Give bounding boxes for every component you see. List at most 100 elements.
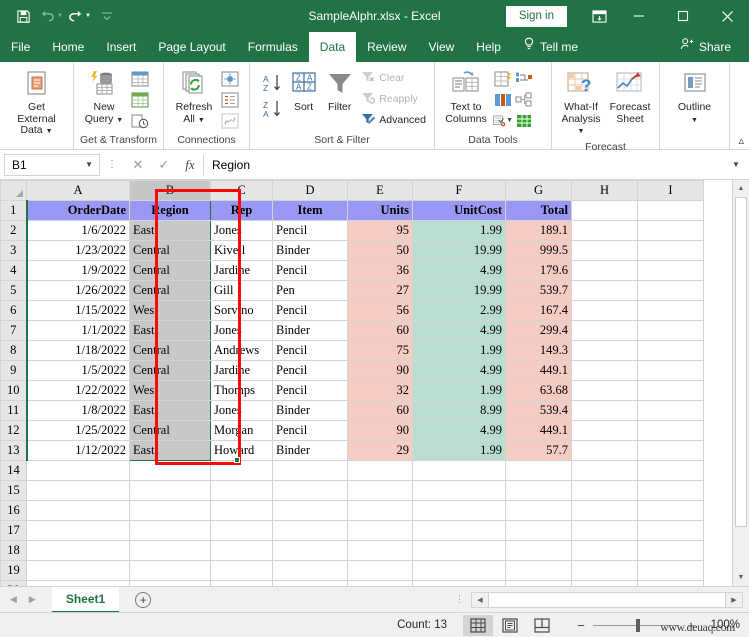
row-header-20[interactable]: 20 [1,581,27,587]
cell-g19[interactable] [506,561,572,581]
cell-h19[interactable] [572,561,638,581]
row-header-10[interactable]: 10 [1,381,27,401]
cell-g4[interactable]: 179.6 [506,261,572,281]
cell-a19[interactable] [27,561,130,581]
cell-d9[interactable]: Pencil [273,361,348,381]
scroll-left-icon[interactable]: ◀ [472,593,488,607]
cell-c20[interactable] [211,581,273,587]
cell-d14[interactable] [273,461,348,481]
sort-button[interactable]: ZAAZ Sort [286,66,321,116]
properties-icon[interactable] [220,90,240,109]
cell-c7[interactable]: Jones [211,321,273,341]
cell-a6[interactable]: 1/15/2022 [27,301,130,321]
cell-f17[interactable] [413,521,506,541]
cell-b3[interactable]: Central [130,241,211,261]
cell-c9[interactable]: Jardine [211,361,273,381]
cell-e9[interactable]: 90 [348,361,413,381]
cell-i6[interactable] [638,301,704,321]
cell-i5[interactable] [638,281,704,301]
customize-qat-icon[interactable] [94,4,120,28]
column-header-g[interactable]: G [506,181,572,201]
cell-a2[interactable]: 1/6/2022 [27,221,130,241]
advanced-filter-button[interactable]: Advanced [358,110,429,130]
cell-d7[interactable]: Binder [273,321,348,341]
outline-button[interactable]: Outline▼ [668,66,722,128]
row-header-18[interactable]: 18 [1,541,27,561]
cell-c1[interactable]: Rep [211,201,273,221]
row-header-5[interactable]: 5 [1,281,27,301]
cell-c8[interactable]: Andrews [211,341,273,361]
cell-d12[interactable]: Pencil [273,421,348,441]
cell-i1[interactable] [638,201,704,221]
cell-d16[interactable] [273,501,348,521]
zoom-out-icon[interactable]: − [575,618,587,633]
cell-a1[interactable]: OrderDate [27,201,130,221]
cell-a14[interactable] [27,461,130,481]
cell-c18[interactable] [211,541,273,561]
cell-i2[interactable] [638,221,704,241]
cell-g20[interactable] [506,581,572,587]
sheet-tab-sheet1[interactable]: Sheet1 [52,587,119,613]
cell-f1[interactable]: UnitCost [413,201,506,221]
expand-formula-bar-icon[interactable]: ▼ [727,160,745,169]
row-header-17[interactable]: 17 [1,521,27,541]
cell-b4[interactable]: Central [130,261,211,281]
share-button[interactable]: Share [672,32,739,62]
cell-h4[interactable] [572,261,638,281]
cell-a10[interactable]: 1/22/2022 [27,381,130,401]
tell-me-box[interactable]: Tell me [512,32,589,62]
cell-h10[interactable] [572,381,638,401]
cancel-formula-icon[interactable]: ✕ [125,154,151,176]
column-header-f[interactable]: F [413,181,506,201]
cell-f2[interactable]: 1.99 [413,221,506,241]
cell-a17[interactable] [27,521,130,541]
cell-e18[interactable] [348,541,413,561]
cell-a13[interactable]: 1/12/2022 [27,441,130,461]
cell-e6[interactable]: 56 [348,301,413,321]
cell-b15[interactable] [130,481,211,501]
cell-f14[interactable] [413,461,506,481]
cell-b9[interactable]: Central [130,361,211,381]
cell-g14[interactable] [506,461,572,481]
save-icon[interactable] [10,4,36,28]
cell-a3[interactable]: 1/23/2022 [27,241,130,261]
cell-a5[interactable]: 1/26/2022 [27,281,130,301]
cell-d15[interactable] [273,481,348,501]
row-header-8[interactable]: 8 [1,341,27,361]
scroll-right-icon[interactable]: ▶ [726,593,742,607]
cell-b11[interactable]: East [130,401,211,421]
row-header-19[interactable]: 19 [1,561,27,581]
cell-e13[interactable]: 29 [348,441,413,461]
sort-descending-icon[interactable]: ZA [261,98,285,120]
cell-g7[interactable]: 299.4 [506,321,572,341]
cell-f3[interactable]: 19.99 [413,241,506,261]
cell-b19[interactable] [130,561,211,581]
page-break-preview-button[interactable] [527,615,557,636]
cell-h15[interactable] [572,481,638,501]
cell-h7[interactable] [572,321,638,341]
cell-e4[interactable]: 36 [348,261,413,281]
cell-d4[interactable]: Pencil [273,261,348,281]
connections-icon[interactable] [220,69,240,88]
cell-h2[interactable] [572,221,638,241]
cell-b16[interactable] [130,501,211,521]
tab-data[interactable]: Data [309,32,356,62]
close-button[interactable] [705,0,749,32]
cell-h11[interactable] [572,401,638,421]
cell-e7[interactable]: 60 [348,321,413,341]
cell-g9[interactable]: 449.1 [506,361,572,381]
cell-c15[interactable] [211,481,273,501]
cell-c16[interactable] [211,501,273,521]
cell-i4[interactable] [638,261,704,281]
flash-fill-icon[interactable] [493,69,513,88]
cell-d10[interactable]: Pencil [273,381,348,401]
cell-e11[interactable]: 60 [348,401,413,421]
cell-d3[interactable]: Binder [273,241,348,261]
cell-g12[interactable]: 449.1 [506,421,572,441]
cell-a15[interactable] [27,481,130,501]
cell-f16[interactable] [413,501,506,521]
cell-d5[interactable]: Pen [273,281,348,301]
cell-i9[interactable] [638,361,704,381]
consolidate-icon[interactable] [514,69,534,88]
cell-h13[interactable] [572,441,638,461]
